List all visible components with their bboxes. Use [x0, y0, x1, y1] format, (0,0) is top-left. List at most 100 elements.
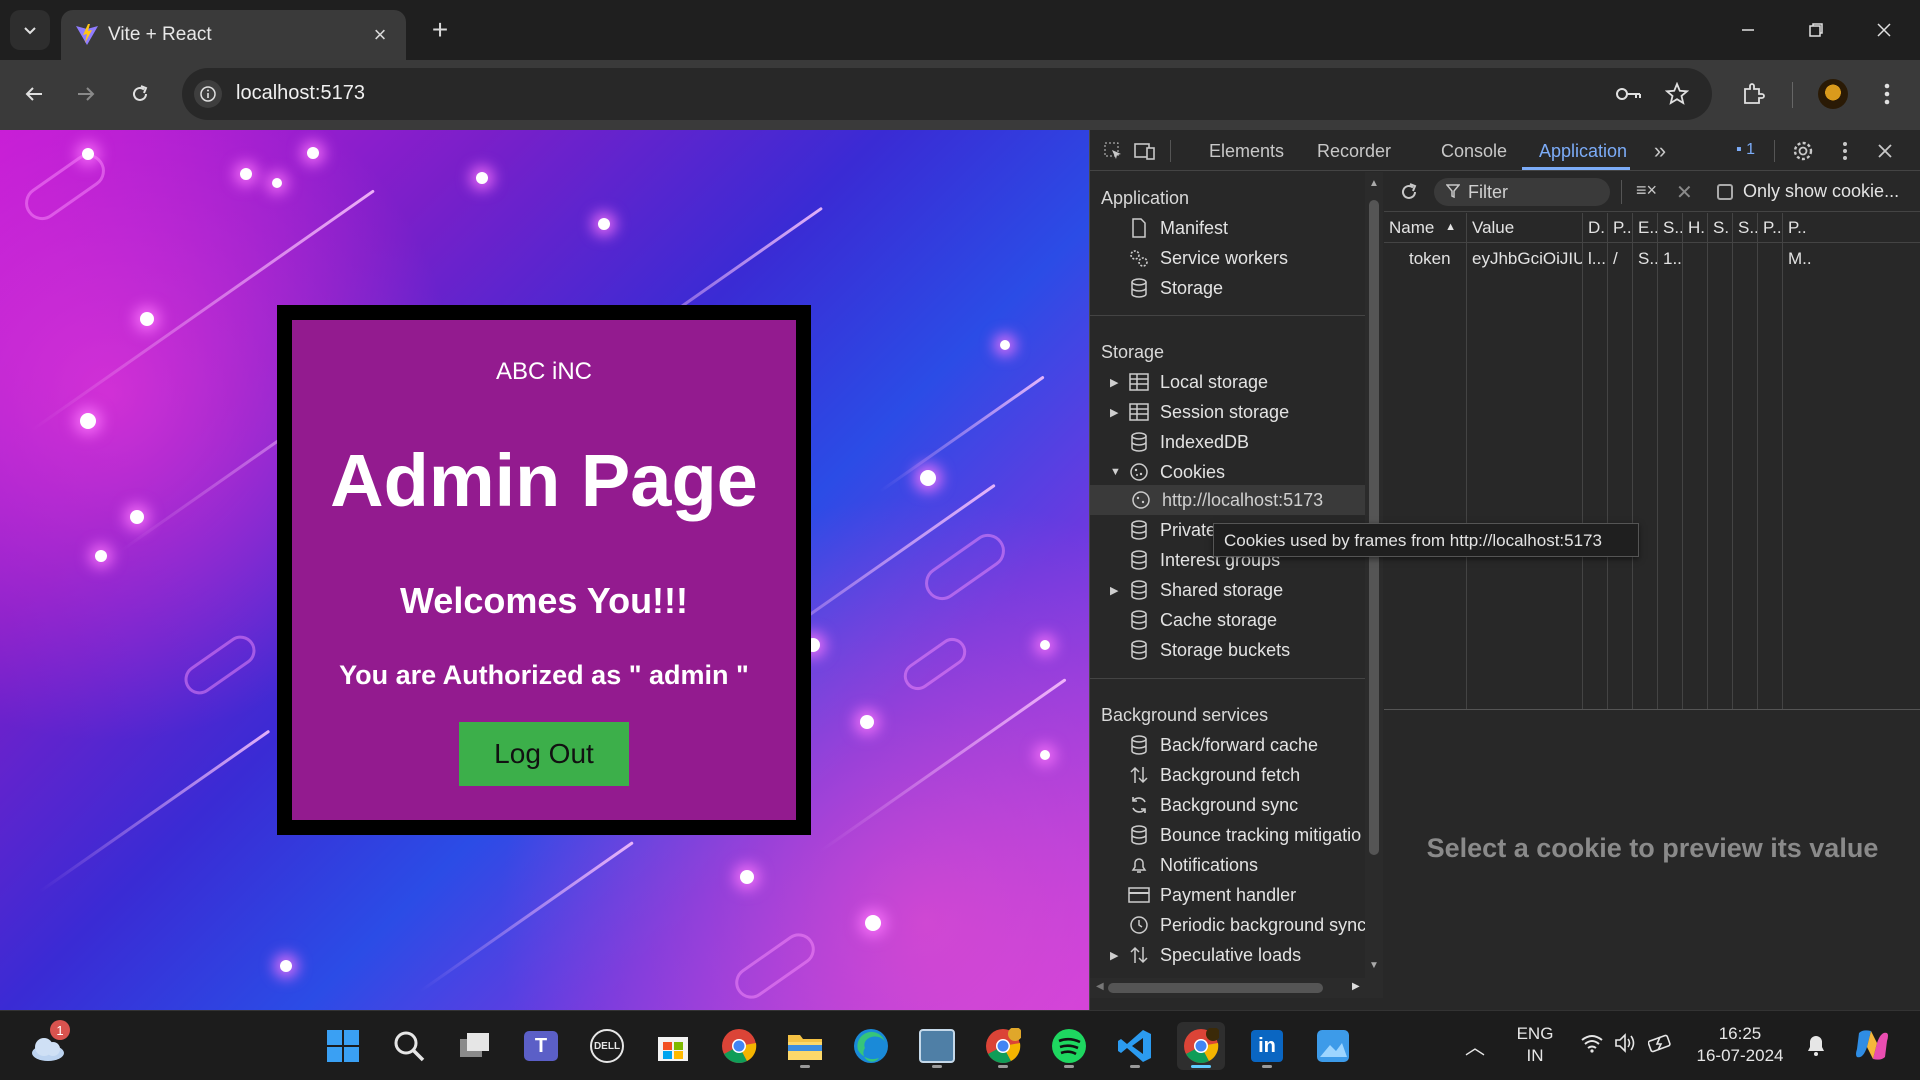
- tab-search-button[interactable]: [10, 10, 50, 50]
- expand-arrow-icon[interactable]: ▶: [1110, 584, 1126, 597]
- table-header[interactable]: E..: [1633, 213, 1657, 243]
- notification-bell-icon[interactable]: [1805, 1033, 1827, 1062]
- wifi-icon[interactable]: [1580, 1033, 1604, 1058]
- sidebar-item-shared-storage[interactable]: ▶ Shared storage: [1110, 575, 1283, 605]
- file-explorer-icon[interactable]: [781, 1022, 829, 1070]
- forward-arrow-icon[interactable]: [66, 74, 106, 114]
- tab-recorder[interactable]: Recorder: [1317, 141, 1391, 162]
- devtools-menu-icon[interactable]: [1832, 138, 1858, 164]
- sidebar-item-private-state-tokens[interactable]: Private: [1110, 515, 1216, 545]
- chrome-profile-icon[interactable]: [979, 1022, 1027, 1070]
- table-header[interactable]: D.: [1583, 213, 1607, 243]
- back-arrow-icon[interactable]: [14, 74, 54, 114]
- sidebar-vertical-scrollbar[interactable]: ▲ ▼: [1365, 172, 1383, 980]
- close-window-icon[interactable]: [1864, 12, 1904, 48]
- table-cell[interactable]: token: [1384, 244, 1466, 274]
- scroll-right-icon[interactable]: ▶: [1352, 981, 1360, 992]
- sidebar-item-background-fetch[interactable]: Background fetch: [1110, 760, 1300, 790]
- sidebar-item-storage[interactable]: Storage: [1110, 273, 1223, 303]
- close-devtools-icon[interactable]: [1872, 138, 1898, 164]
- profile-avatar[interactable]: [1814, 75, 1852, 113]
- table-cell[interactable]: eyJhbGciOiJIU...: [1467, 244, 1582, 274]
- close-tab-icon[interactable]: ×: [367, 22, 393, 48]
- sidebar-item-notifications[interactable]: Notifications: [1110, 850, 1258, 880]
- expand-arrow-icon[interactable]: ▶: [1110, 949, 1126, 962]
- tab-console[interactable]: Console: [1441, 141, 1507, 162]
- task-view-icon[interactable]: [451, 1022, 499, 1070]
- extensions-puzzle-icon[interactable]: [1734, 75, 1772, 113]
- table-header[interactable]: H.: [1683, 213, 1707, 243]
- logout-button[interactable]: Log Out: [459, 722, 629, 786]
- table-cell[interactable]: /: [1608, 244, 1632, 274]
- linkedin-icon[interactable]: in: [1243, 1022, 1291, 1070]
- table-cell[interactable]: 1...: [1658, 244, 1682, 274]
- inspect-element-icon[interactable]: [1100, 138, 1126, 164]
- table-header[interactable]: P..: [1608, 213, 1632, 243]
- more-tabs-chevron-icon[interactable]: »: [1647, 138, 1673, 164]
- mysql-workbench-icon[interactable]: [913, 1022, 961, 1070]
- sidebar-item-storage-buckets[interactable]: Storage buckets: [1110, 635, 1290, 665]
- table-header[interactable]: S..: [1733, 213, 1757, 243]
- settings-gear-icon[interactable]: [1790, 138, 1816, 164]
- language-indicator[interactable]: ENG IN: [1510, 1023, 1560, 1067]
- bookmark-star-icon[interactable]: [1658, 75, 1696, 113]
- chrome-active-icon[interactable]: [1177, 1022, 1225, 1070]
- password-key-icon[interactable]: [1610, 75, 1648, 113]
- microsoft-store-icon[interactable]: [649, 1022, 697, 1070]
- battery-charging-icon[interactable]: [1647, 1033, 1674, 1058]
- edge-icon[interactable]: [847, 1022, 895, 1070]
- expand-arrow-icon[interactable]: ▶: [1110, 376, 1126, 389]
- reload-icon[interactable]: [120, 74, 160, 114]
- chrome-menu-icon[interactable]: [1868, 75, 1906, 113]
- copilot-icon[interactable]: [1853, 1027, 1891, 1068]
- table-header[interactable]: P..: [1783, 213, 1920, 243]
- search-icon[interactable]: [385, 1022, 433, 1070]
- table-header[interactable]: S..: [1658, 213, 1682, 243]
- clock[interactable]: 16:25 16-07-2024: [1690, 1023, 1790, 1067]
- table-header[interactable]: Name ▲: [1384, 213, 1466, 243]
- sidebar-item-cache-storage[interactable]: Cache storage: [1110, 605, 1277, 635]
- scrollbar-thumb[interactable]: [1108, 983, 1323, 993]
- sidebar-item-payment-handler[interactable]: Payment handler: [1110, 880, 1296, 910]
- clear-filtered-icon[interactable]: ≡×: [1636, 180, 1657, 201]
- collapse-arrow-icon[interactable]: ▼: [1110, 466, 1126, 478]
- sidebar-item-bounce-tracking[interactable]: Bounce tracking mitigatio: [1110, 820, 1361, 850]
- device-toolbar-icon[interactable]: [1132, 138, 1158, 164]
- sidebar-item-back-forward-cache[interactable]: Back/forward cache: [1110, 730, 1318, 760]
- table-header[interactable]: S.: [1708, 213, 1732, 243]
- active-tab[interactable]: Vite + React ×: [61, 10, 406, 60]
- filter-input[interactable]: Filter: [1434, 178, 1610, 206]
- table-cell[interactable]: l...: [1583, 244, 1607, 274]
- sidebar-item-manifest[interactable]: Manifest: [1110, 213, 1228, 243]
- sidebar-horizontal-scrollbar[interactable]: ◀ ▶: [1090, 978, 1383, 998]
- address-bar[interactable]: localhost:5173: [182, 68, 1712, 120]
- tab-elements[interactable]: Elements: [1209, 141, 1284, 162]
- delete-selected-icon[interactable]: ✕: [1676, 180, 1693, 205]
- teams-icon[interactable]: T: [517, 1022, 565, 1070]
- table-header[interactable]: Value: [1467, 213, 1582, 243]
- chrome-icon[interactable]: [715, 1022, 763, 1070]
- sidebar-item-session-storage[interactable]: ▶ Session storage: [1110, 397, 1289, 427]
- scroll-left-icon[interactable]: ◀: [1096, 981, 1104, 992]
- sidebar-item-periodic-sync[interactable]: Periodic background sync: [1110, 910, 1365, 940]
- site-info-icon[interactable]: [194, 80, 222, 108]
- dell-icon[interactable]: DELL: [583, 1022, 631, 1070]
- issues-badge[interactable]: ▪ 1: [1736, 141, 1755, 159]
- weather-widget[interactable]: 1: [24, 1020, 72, 1070]
- scroll-down-icon[interactable]: ▼: [1369, 960, 1379, 971]
- start-windows-icon[interactable]: [319, 1022, 367, 1070]
- refresh-icon[interactable]: [1396, 179, 1422, 205]
- sidebar-item-service-workers[interactable]: Service workers: [1110, 243, 1288, 273]
- sidebar-item-indexeddb[interactable]: IndexedDB: [1110, 427, 1249, 457]
- photos-icon[interactable]: [1309, 1022, 1357, 1070]
- scroll-up-icon[interactable]: ▲: [1369, 178, 1379, 189]
- table-cell[interactable]: S...: [1633, 244, 1657, 274]
- sidebar-item-background-sync[interactable]: Background sync: [1110, 790, 1298, 820]
- only-show-issues-checkbox[interactable]: Only show cookie...: [1717, 181, 1899, 202]
- restore-icon[interactable]: [1796, 12, 1836, 48]
- show-hidden-icons-chevron-icon[interactable]: ︿: [1465, 1031, 1485, 1060]
- sidebar-item-local-storage[interactable]: ▶ Local storage: [1110, 367, 1268, 397]
- expand-arrow-icon[interactable]: ▶: [1110, 406, 1126, 419]
- table-header[interactable]: P..: [1758, 213, 1782, 243]
- new-tab-button[interactable]: +: [424, 14, 456, 46]
